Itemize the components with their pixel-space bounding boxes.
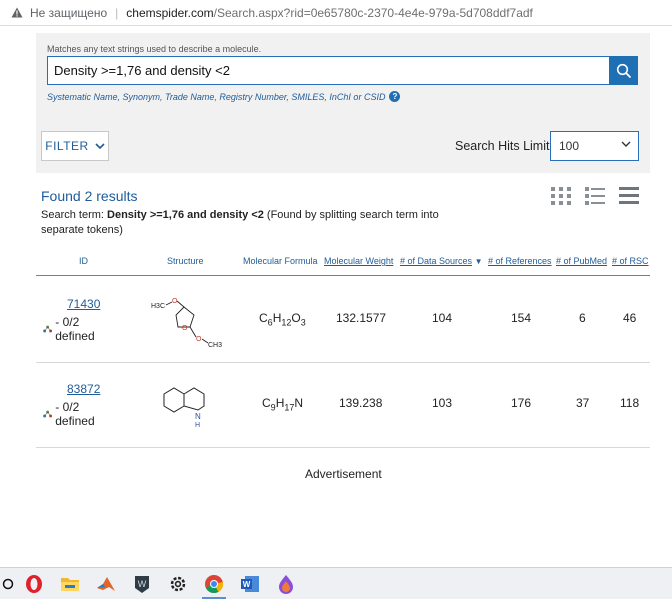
rsc-cell: 118: [620, 396, 640, 410]
svg-text:W: W: [138, 579, 147, 589]
col-formula: Molecular Formula: [243, 256, 318, 266]
hits-limit-value: 100: [559, 139, 580, 153]
search-icon: [616, 63, 631, 78]
structure-label-o2: O: [182, 325, 188, 332]
structure-image[interactable]: H3C O O O CH3: [146, 287, 226, 351]
term-value: Density >=1,76 and density <2: [107, 209, 264, 221]
search-term-text: Search term: Density >=1,76 and density …: [41, 208, 471, 238]
col-id: ID: [79, 256, 88, 266]
chevron-down-icon: [95, 142, 105, 149]
structure-label-left: H3C: [151, 303, 165, 310]
table-row: 83872 - 0/2 defined N H C9H17N 139.238 1…: [36, 362, 650, 448]
search-hint: Matches any text strings used to describ…: [47, 44, 262, 54]
filter-label: FILTER: [45, 139, 89, 153]
sources-cell: 103: [432, 396, 453, 410]
chrome-icon[interactable]: [196, 568, 232, 600]
results-count: Found 2 results: [41, 188, 138, 204]
compound-id-link[interactable]: 71430: [67, 297, 100, 311]
col-references[interactable]: # of References: [488, 256, 552, 266]
stereo-icon[interactable]: [43, 408, 53, 420]
pubmed-cell: 6: [579, 311, 586, 325]
sort-desc-icon: ▼: [474, 257, 483, 266]
structure-label-right: CH3: [208, 342, 222, 349]
search-subhint-text: Systematic Name, Synonym, Trade Name, Re…: [47, 91, 386, 102]
weight-cell: 132.1577: [336, 311, 387, 325]
file-explorer-icon[interactable]: [52, 568, 88, 600]
formula-cell: C9H17N: [262, 396, 304, 413]
stereo-defined: - 0/2 defined: [43, 315, 99, 343]
col-structure: Structure: [167, 256, 204, 266]
matlab-icon[interactable]: [88, 568, 124, 600]
stereo-defined-text: - 0/2 defined: [55, 315, 95, 343]
references-cell: 154: [511, 311, 532, 325]
hits-limit-select[interactable]: 100: [550, 131, 639, 161]
address-bar[interactable]: Не защищено | chemspider.com/Search.aspx…: [0, 0, 672, 26]
search-subhint: Systematic Name, Synonym, Trade Name, Re…: [47, 91, 401, 102]
col-pubmed[interactable]: # of PubMed: [556, 256, 607, 266]
list-view-icon[interactable]: [583, 184, 607, 208]
stereo-icon[interactable]: [43, 323, 53, 335]
search-row: Density >=1,76 and density <2: [47, 56, 638, 86]
col-sources-label: # of Data Sources: [400, 256, 473, 266]
structure-label-n: N: [195, 412, 201, 421]
url-path[interactable]: /Search.aspx?rid=0e65780c-2370-4e4e-979a…: [214, 6, 533, 20]
table-row: 71430 - 0/2 defined H3C O O O CH3 C6H12O…: [36, 277, 650, 363]
advertisement-label: Advertisement: [305, 467, 382, 481]
stereo-defined: - 0/2 defined: [43, 400, 99, 428]
stereo-defined-text: - 0/2 defined: [55, 400, 95, 428]
search-button[interactable]: [609, 56, 638, 85]
table-header: ID Structure Molecular Formula Molecular…: [36, 250, 650, 276]
svg-text:W: W: [243, 580, 251, 589]
word-icon[interactable]: W: [232, 568, 268, 600]
paint-app-icon[interactable]: [268, 568, 304, 600]
chevron-down-icon: [621, 141, 631, 147]
taskbar: W W: [0, 567, 672, 599]
pubmed-cell: 37: [576, 396, 590, 410]
rsc-cell: 46: [623, 311, 637, 325]
url-host[interactable]: chemspider.com: [126, 6, 213, 20]
search-icon[interactable]: [0, 568, 16, 600]
game-app-icon[interactable]: W: [124, 568, 160, 600]
structure-label-h: H: [195, 422, 200, 429]
grid-view-icon[interactable]: [549, 184, 573, 208]
help-icon[interactable]: ?: [389, 91, 401, 102]
view-toggle: [549, 184, 641, 208]
structure-label-o3: O: [196, 336, 202, 343]
separator: |: [115, 5, 119, 20]
insecure-label[interactable]: Не защищено: [30, 6, 107, 20]
sources-cell: 104: [432, 311, 453, 325]
references-cell: 176: [511, 396, 532, 410]
warning-icon[interactable]: [10, 6, 24, 20]
col-rsc[interactable]: # of RSC: [612, 256, 649, 266]
table-view-icon[interactable]: [617, 184, 641, 208]
search-panel: Matches any text strings used to describ…: [36, 33, 650, 173]
compound-id-link[interactable]: 83872: [67, 382, 100, 396]
structure-image[interactable]: N H: [156, 372, 226, 436]
hits-limit-label: Search Hits Limit:: [455, 139, 553, 153]
term-prefix: Search term:: [41, 209, 108, 221]
opera-icon[interactable]: [16, 568, 52, 600]
weight-cell: 139.238: [339, 396, 383, 410]
settings-icon[interactable]: [160, 568, 196, 600]
col-sources[interactable]: # of Data Sources ▼: [400, 256, 482, 266]
search-input[interactable]: Density >=1,76 and density <2: [47, 56, 610, 85]
col-weight[interactable]: Molecular Weight: [324, 256, 393, 266]
formula-cell: C6H12O3: [259, 311, 306, 328]
filter-button[interactable]: FILTER: [41, 131, 109, 161]
